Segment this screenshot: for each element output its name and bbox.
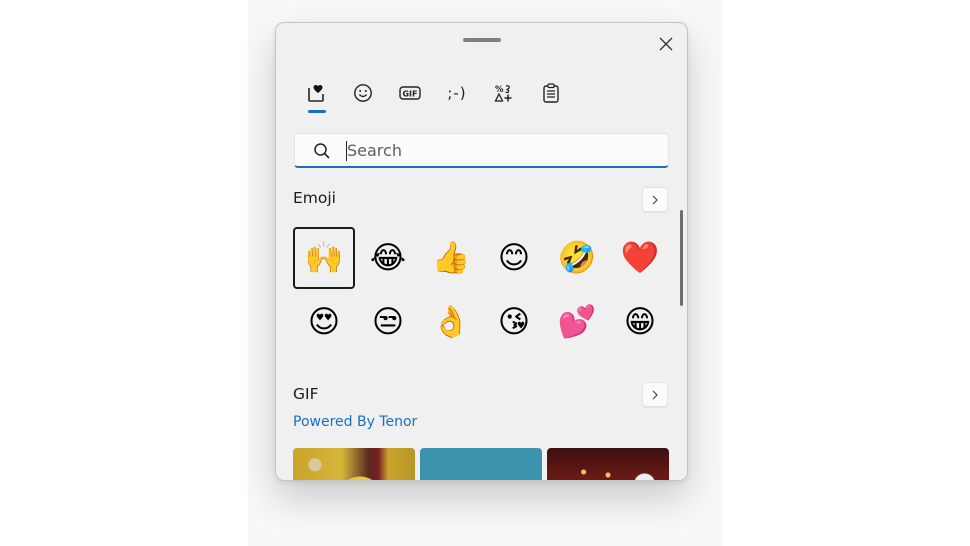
gif-icon: GIF bbox=[399, 86, 421, 100]
emoji-red-heart[interactable]: ❤️ bbox=[609, 227, 671, 289]
emoji-glyph: 👌 bbox=[431, 303, 471, 340]
gif-section-title: GIF bbox=[293, 385, 319, 403]
emoji-glyph: 🤣 bbox=[557, 239, 597, 276]
emoji-glyph: 🙌 bbox=[304, 239, 344, 276]
emoji-see-more-button[interactable] bbox=[642, 187, 668, 212]
svg-text:%: % bbox=[495, 85, 504, 95]
svg-text:GIF: GIF bbox=[402, 90, 417, 99]
heart-square-icon bbox=[308, 85, 324, 102]
search-icon bbox=[314, 143, 330, 159]
emoji-glyph: 💕 bbox=[557, 303, 597, 340]
emoji-section-title: Emoji bbox=[293, 189, 336, 207]
close-icon bbox=[659, 37, 673, 51]
emoji-two-hearts[interactable]: 💕 bbox=[546, 291, 608, 353]
symbols-icon: % bbox=[494, 85, 512, 102]
gif-thumbnail-blue-background[interactable] bbox=[420, 448, 542, 480]
tab-symbols[interactable]: % bbox=[482, 75, 526, 111]
tab-kaomoji[interactable]: ;-) bbox=[435, 75, 479, 111]
emoji-face-blowing-a-kiss[interactable]: 😘 bbox=[483, 291, 545, 353]
gif-thumbnail-minions[interactable] bbox=[293, 448, 415, 480]
tab-most-recently-used[interactable] bbox=[294, 75, 338, 111]
emoji-glyph: 😍 bbox=[307, 303, 341, 340]
emoji-glyph: 😊 bbox=[497, 239, 531, 276]
emoji-beaming-face-with-smiling-eyes[interactable]: 😁 bbox=[609, 291, 671, 353]
emoji-thumbs-up[interactable]: 👍 bbox=[420, 227, 482, 289]
emoji-smiling-face-with-heart-eyes[interactable]: 😍 bbox=[293, 291, 355, 353]
emoji-glyph: 👍 bbox=[431, 239, 471, 276]
emoji-raising-hands[interactable]: 🙌 bbox=[293, 227, 355, 289]
drag-handle[interactable] bbox=[463, 38, 501, 42]
close-button[interactable] bbox=[653, 31, 679, 57]
emoji-glyph: ❤️ bbox=[620, 239, 660, 276]
chevron-right-icon bbox=[652, 195, 658, 204]
tab-clipboard-history[interactable] bbox=[529, 75, 573, 111]
powered-by-tenor-link[interactable]: Powered By Tenor bbox=[293, 414, 417, 430]
tab-gif[interactable]: GIF bbox=[388, 75, 432, 111]
clipboard-icon bbox=[543, 83, 559, 103]
emoji-rolling-on-the-floor-laughing[interactable]: 🤣 bbox=[546, 227, 608, 289]
chevron-right-icon bbox=[652, 390, 658, 399]
emoji-glyph: 😒 bbox=[371, 303, 405, 340]
vertical-scrollbar[interactable] bbox=[680, 210, 683, 306]
gif-see-more-button[interactable] bbox=[642, 382, 668, 407]
emoji-glyph: 😁 bbox=[623, 303, 657, 340]
emoji-glyph: 😂 bbox=[369, 239, 407, 276]
emoji-glyph: 😘 bbox=[497, 303, 531, 340]
smiley-icon bbox=[354, 84, 372, 102]
selected-tab-indicator bbox=[308, 110, 326, 113]
kaomoji-icon: ;-) bbox=[447, 84, 467, 102]
emoji-ok-hand[interactable]: 👌 bbox=[420, 291, 482, 353]
tab-emoji[interactable] bbox=[341, 75, 385, 111]
search-input[interactable] bbox=[347, 136, 647, 164]
emoji-smiling-face-with-smiling-eyes[interactable]: 😊 bbox=[483, 227, 545, 289]
search-box[interactable] bbox=[294, 133, 669, 168]
emoji-face-with-tears-of-joy[interactable]: 😂 bbox=[357, 227, 419, 289]
gif-thumbnail-theater[interactable] bbox=[547, 448, 669, 480]
emoji-panel: GIF ;-) % Search Emoji 🙌 😂 👍 😊 🤣 ❤️ 😍 😒 … bbox=[275, 22, 688, 481]
emoji-unamused-face[interactable]: 😒 bbox=[357, 291, 419, 353]
